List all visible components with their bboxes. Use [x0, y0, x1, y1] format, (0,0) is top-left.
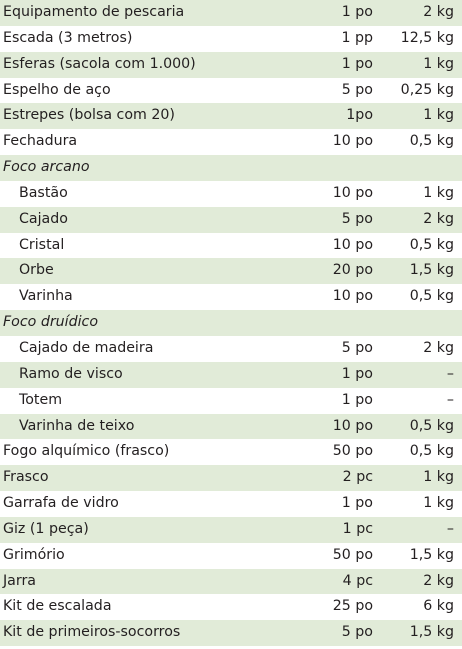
item-cost: 1po [346, 107, 373, 124]
item-cost: 1 po [341, 55, 373, 72]
item-name: Varinha de teixo [19, 417, 135, 434]
item-cost: 1 po [341, 495, 373, 512]
table-row: Equipamento de pescaria 1 po 2 kg [0, 0, 462, 26]
table-row: Esferas (sacola com 1.000) 1 po 1 kg [0, 51, 462, 78]
item-weight: 1 kg [423, 55, 454, 72]
item-cost: 4 pc [342, 572, 373, 589]
item-name: Cajado [19, 210, 68, 227]
item-name: Bastão [19, 184, 68, 201]
item-cost: 2 pc [342, 469, 373, 486]
table-row: Estrepes (bolsa com 20) 1po 1 kg [0, 103, 462, 130]
item-name: Fechadura [3, 133, 78, 150]
item-cost: 10 po [332, 417, 373, 434]
item-name: Fogo alquímico (frasco) [3, 443, 170, 460]
item-weight: 0,5 kg [409, 288, 454, 305]
item-cost: 50 po [332, 546, 373, 563]
item-weight: 1 kg [423, 184, 454, 201]
item-weight: – [446, 365, 454, 382]
item-cost: 5 po [341, 210, 373, 227]
item-weight: 1,5 kg [409, 262, 454, 279]
item-name: Orbe [19, 262, 54, 279]
table-row: Kit de primeiros-socorros 5 po 1,5 kg [0, 620, 462, 647]
item-name: Grimório [3, 546, 65, 563]
item-name: Frasco [3, 469, 49, 486]
table-row: Giz (1 peça) 1 pc – [0, 516, 462, 543]
item-cost: 1 po [341, 391, 373, 408]
item-cost: 25 po [332, 598, 373, 615]
table-row: Jarra 4 pc 2 kg [0, 568, 462, 595]
item-weight: – [446, 520, 454, 537]
table-row: Fechadura 10 po 0,5 kg [0, 129, 462, 155]
equipment-table: Equipamento de pescaria 1 po 2 kg Escada… [0, 0, 462, 647]
item-weight: 0,5 kg [409, 236, 454, 253]
item-cost: 10 po [332, 288, 373, 305]
item-cost: 1 po [341, 4, 373, 20]
item-cost: 5 po [341, 339, 373, 356]
item-cost: 1 pp [341, 29, 373, 46]
item-name: Equipamento de pescaria [3, 4, 185, 20]
table-row: Cajado 5 po 2 kg [0, 206, 462, 233]
item-cost: 50 po [332, 443, 373, 460]
item-name: Giz (1 peça) [3, 520, 89, 537]
table-row: Orbe 20 po 1,5 kg [0, 258, 462, 285]
item-cost: 20 po [332, 262, 373, 279]
item-cost: 1 pc [342, 520, 373, 537]
table-row: Garrafa de vidro 1 po 1 kg [0, 491, 462, 517]
item-weight: 0,5 kg [409, 417, 454, 434]
item-name: Kit de escalada [3, 598, 112, 615]
item-name: Esferas (sacola com 1.000) [3, 55, 196, 72]
item-cost: 10 po [332, 133, 373, 150]
item-weight: 1 kg [423, 495, 454, 512]
item-cost: 5 po [341, 624, 373, 641]
category-row: Foco arcano [0, 155, 462, 181]
table-row: Espelho de aço 5 po 0,25 kg [0, 78, 462, 104]
item-name: Cajado de madeira [19, 339, 154, 356]
table-row: Frasco 2 pc 1 kg [0, 465, 462, 492]
item-weight: 1 kg [423, 107, 454, 124]
item-name: Escada (3 metros) [3, 29, 133, 46]
item-weight: 2 kg [423, 572, 454, 589]
table-row: Cristal 10 po 0,5 kg [0, 233, 462, 259]
category-row: Foco druídico [0, 310, 462, 336]
table-row: Bastão 10 po 1 kg [0, 181, 462, 207]
table-row: Totem 1 po – [0, 388, 462, 414]
item-name: Espelho de aço [3, 81, 111, 98]
item-name: Ramo de visco [19, 365, 123, 382]
item-name: Varinha [19, 288, 73, 305]
item-cost: 10 po [332, 236, 373, 253]
item-weight: 0,25 kg [400, 81, 454, 98]
item-weight: 6 kg [423, 598, 454, 615]
item-weight: – [446, 391, 454, 408]
item-weight: 2 kg [423, 339, 454, 356]
item-weight: 1,5 kg [409, 546, 454, 563]
category-name: Foco arcano [3, 159, 90, 176]
item-weight: 2 kg [423, 210, 454, 227]
item-name: Garrafa de vidro [3, 495, 119, 512]
category-name: Foco druídico [3, 314, 99, 331]
item-name: Totem [19, 391, 63, 408]
item-name: Jarra [3, 572, 36, 589]
item-weight: 0,5 kg [409, 443, 454, 460]
item-name: Cristal [19, 236, 65, 253]
item-weight: 1 kg [423, 469, 454, 486]
table-row: Grimório 50 po 1,5 kg [0, 543, 462, 569]
item-weight: 12,5 kg [400, 29, 454, 46]
item-weight: 1,5 kg [409, 624, 454, 641]
item-cost: 1 po [341, 365, 373, 382]
table-row: Kit de escalada 25 po 6 kg [0, 594, 462, 620]
item-weight: 2 kg [423, 4, 454, 20]
item-name: Kit de primeiros-socorros [3, 624, 181, 641]
table-row: Ramo de visco 1 po – [0, 361, 462, 388]
table-row: Escada (3 metros) 1 pp 12,5 kg [0, 26, 462, 52]
table-row: Varinha 10 po 0,5 kg [0, 284, 462, 310]
table-row: Varinha de teixo 10 po 0,5 kg [0, 413, 462, 440]
table-row: Fogo alquímico (frasco) 50 po 0,5 kg [0, 439, 462, 465]
table-row: Cajado de madeira 5 po 2 kg [0, 336, 462, 362]
item-cost: 10 po [332, 184, 373, 201]
item-name: Estrepes (bolsa com 20) [3, 107, 175, 124]
item-weight: 0,5 kg [409, 133, 454, 150]
item-cost: 5 po [341, 81, 373, 98]
